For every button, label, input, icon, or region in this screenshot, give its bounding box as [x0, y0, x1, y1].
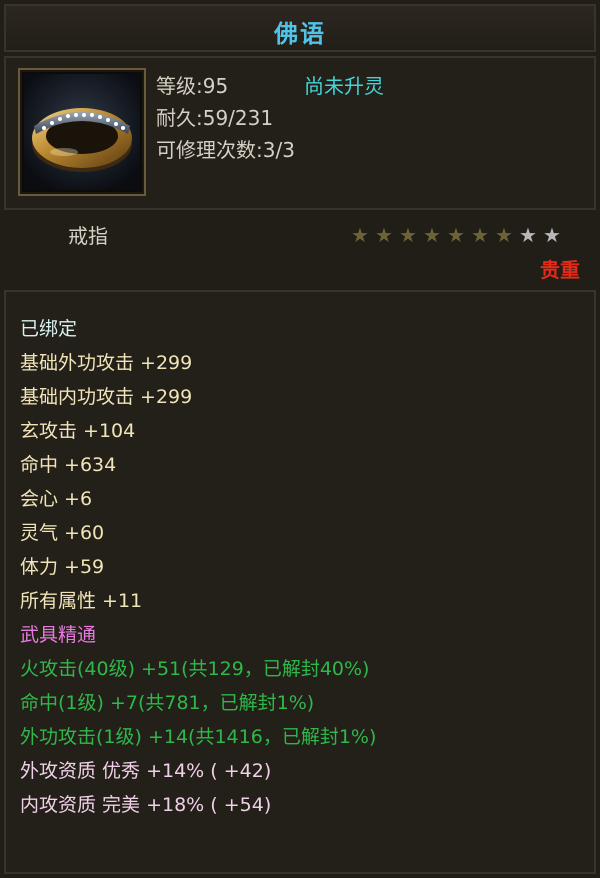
attr-line: 灵气 +60 — [20, 522, 105, 544]
attr-line: 会心 +6 — [20, 488, 93, 510]
item-name: 佛语 — [274, 19, 326, 48]
star-filled-icon: ★ — [423, 223, 441, 247]
star-rating: ★ ★ ★ ★ ★ ★ ★ ★ ★ — [348, 224, 564, 246]
bound-status: 已绑定 — [20, 318, 78, 340]
mastery-line: 外功攻击(1级) +14(共1416，已解封1%) — [20, 726, 377, 748]
special-section-title: 武具精通 — [20, 624, 97, 646]
mastery-line: 命中(1级) +7(共781，已解封1%) — [20, 692, 315, 714]
star-empty-icon: ★ — [543, 223, 561, 247]
attr-line: 基础外功攻击 +299 — [20, 352, 193, 374]
item-type: 戒指 — [68, 224, 108, 248]
quality-line: 外攻资质 优秀 +14% ( +42) — [20, 760, 272, 782]
item-tooltip: 佛语 等级:95 尚未升灵 耐久:59/231 可修理次数:3/3 戒指 ★ ★… — [0, 0, 600, 878]
ring-icon — [24, 74, 140, 190]
item-header: 等级:95 尚未升灵 耐久:59/231 可修理次数:3/3 — [4, 56, 596, 210]
mastery-line: 火攻击(40级) +51(共129，已解封40%) — [20, 658, 370, 680]
attr-line: 命中 +634 — [20, 454, 117, 476]
star-filled-icon: ★ — [495, 223, 513, 247]
star-empty-icon: ★ — [519, 223, 537, 247]
item-type-row: 戒指 ★ ★ ★ ★ ★ ★ ★ ★ ★ 贵重 — [4, 210, 596, 288]
star-filled-icon: ★ — [375, 223, 393, 247]
item-level: 等级:95 — [156, 74, 229, 98]
repair-count: 可修理次数:3/3 — [156, 138, 295, 162]
star-filled-icon: ★ — [471, 223, 489, 247]
attr-line: 基础内功攻击 +299 — [20, 386, 193, 408]
star-filled-icon: ★ — [447, 223, 465, 247]
attr-line: 所有属性 +11 — [20, 590, 143, 612]
star-filled-icon: ★ — [351, 223, 369, 247]
title-bar: 佛语 — [4, 4, 596, 52]
attr-line: 体力 +59 — [20, 556, 105, 578]
quality-line: 内攻资质 完美 +18% ( +54) — [20, 794, 272, 816]
star-filled-icon: ★ — [399, 223, 417, 247]
item-durability: 耐久:59/231 — [156, 106, 274, 130]
rarity-badge: 贵重 — [540, 258, 580, 282]
attribute-panel: 已绑定 基础外功攻击 +299 基础内功攻击 +299 玄攻击 +104 命中 … — [4, 290, 596, 874]
spirit-status: 尚未升灵 — [304, 74, 384, 98]
attr-line: 玄攻击 +104 — [20, 420, 136, 442]
item-icon-frame[interactable] — [18, 68, 146, 196]
